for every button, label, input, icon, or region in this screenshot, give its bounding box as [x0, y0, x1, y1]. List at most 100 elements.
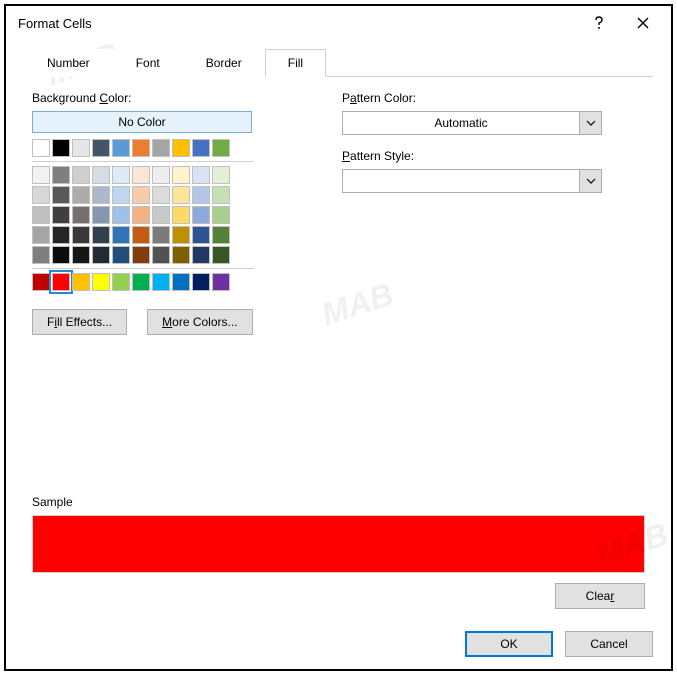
color-swatch[interactable]: [192, 186, 210, 204]
color-swatch[interactable]: [152, 166, 170, 184]
sample-section: Sample Clear: [32, 495, 645, 619]
pattern-color-label: Pattern Color:: [342, 91, 645, 105]
color-swatch[interactable]: [32, 273, 50, 291]
pattern-style-chevron[interactable]: [579, 170, 601, 192]
color-swatch[interactable]: [92, 226, 110, 244]
fill-tab-body: Background Color: No Color Fill Effects.…: [24, 77, 653, 619]
format-cells-dialog: MAB MAB MAB Format Cells Number Font Bor…: [4, 4, 673, 671]
color-swatch[interactable]: [72, 226, 90, 244]
color-swatch[interactable]: [172, 139, 190, 157]
color-swatch[interactable]: [152, 273, 170, 291]
color-swatch[interactable]: [212, 226, 230, 244]
color-swatch[interactable]: [92, 246, 110, 264]
color-swatch[interactable]: [172, 246, 190, 264]
color-swatch[interactable]: [52, 226, 70, 244]
dialog-footer: OK Cancel: [6, 619, 671, 669]
pattern-style-label: Pattern Style:: [342, 149, 645, 163]
color-swatch[interactable]: [152, 139, 170, 157]
color-swatch[interactable]: [132, 206, 150, 224]
no-color-button[interactable]: No Color: [32, 111, 252, 133]
color-swatch[interactable]: [112, 246, 130, 264]
color-swatch[interactable]: [192, 273, 210, 291]
color-swatch[interactable]: [72, 273, 90, 291]
sample-box: [32, 515, 645, 573]
color-swatch[interactable]: [132, 246, 150, 264]
color-swatch[interactable]: [112, 166, 130, 184]
pattern-color-value: Automatic: [343, 112, 579, 134]
color-swatch[interactable]: [72, 206, 90, 224]
color-swatch[interactable]: [152, 226, 170, 244]
color-swatch[interactable]: [112, 139, 130, 157]
color-swatch[interactable]: [112, 226, 130, 244]
color-swatch[interactable]: [32, 186, 50, 204]
tab-fill[interactable]: Fill: [265, 49, 326, 77]
fill-effects-button[interactable]: Fill Effects...: [32, 309, 127, 335]
tab-border[interactable]: Border: [183, 49, 265, 77]
color-swatch[interactable]: [52, 186, 70, 204]
color-swatch[interactable]: [212, 186, 230, 204]
color-swatch[interactable]: [92, 166, 110, 184]
color-swatch[interactable]: [72, 246, 90, 264]
color-swatch[interactable]: [132, 139, 150, 157]
color-swatch[interactable]: [92, 206, 110, 224]
color-swatch[interactable]: [92, 139, 110, 157]
color-swatch[interactable]: [52, 273, 70, 291]
color-swatch[interactable]: [152, 206, 170, 224]
color-swatch[interactable]: [172, 186, 190, 204]
color-swatch[interactable]: [212, 273, 230, 291]
fill-top-row: Background Color: No Color Fill Effects.…: [32, 91, 645, 335]
clear-button[interactable]: Clear: [555, 583, 645, 609]
color-swatch[interactable]: [92, 273, 110, 291]
cancel-button[interactable]: Cancel: [565, 631, 653, 657]
color-swatch[interactable]: [72, 166, 90, 184]
more-colors-button[interactable]: More Colors...: [147, 309, 252, 335]
color-swatch[interactable]: [152, 246, 170, 264]
pattern-style-dropdown[interactable]: [342, 169, 602, 193]
sample-label: Sample: [32, 495, 645, 509]
color-swatch[interactable]: [32, 226, 50, 244]
color-swatch[interactable]: [152, 186, 170, 204]
color-swatch[interactable]: [52, 166, 70, 184]
background-color-label: Background Color:: [32, 91, 282, 105]
close-button[interactable]: [621, 8, 665, 38]
color-swatch[interactable]: [212, 206, 230, 224]
tab-font[interactable]: Font: [113, 49, 183, 77]
color-swatch[interactable]: [192, 206, 210, 224]
ok-button[interactable]: OK: [465, 631, 553, 657]
pattern-color-dropdown[interactable]: Automatic: [342, 111, 602, 135]
color-swatch[interactable]: [172, 226, 190, 244]
color-swatch[interactable]: [112, 273, 130, 291]
color-swatch[interactable]: [132, 273, 150, 291]
color-swatch[interactable]: [192, 226, 210, 244]
color-swatch[interactable]: [72, 139, 90, 157]
color-swatch[interactable]: [52, 139, 70, 157]
color-swatch[interactable]: [32, 166, 50, 184]
color-swatch[interactable]: [172, 206, 190, 224]
color-swatch[interactable]: [172, 273, 190, 291]
help-button[interactable]: [577, 8, 621, 38]
pattern-style-value: [343, 170, 579, 192]
color-swatch[interactable]: [192, 166, 210, 184]
titlebar: Format Cells: [6, 6, 671, 40]
color-swatch[interactable]: [192, 246, 210, 264]
pattern-color-chevron[interactable]: [579, 112, 601, 134]
color-swatch[interactable]: [172, 166, 190, 184]
color-swatch[interactable]: [92, 186, 110, 204]
color-swatch[interactable]: [132, 166, 150, 184]
color-swatch[interactable]: [32, 206, 50, 224]
color-swatch[interactable]: [132, 226, 150, 244]
background-color-section: Background Color: No Color Fill Effects.…: [32, 91, 282, 335]
color-swatch[interactable]: [32, 139, 50, 157]
color-swatch[interactable]: [112, 206, 130, 224]
color-swatch[interactable]: [212, 139, 230, 157]
color-swatch[interactable]: [112, 186, 130, 204]
color-swatch[interactable]: [52, 206, 70, 224]
color-swatch[interactable]: [212, 246, 230, 264]
color-swatch[interactable]: [132, 186, 150, 204]
color-swatch[interactable]: [32, 246, 50, 264]
color-swatch[interactable]: [192, 139, 210, 157]
color-swatch[interactable]: [212, 166, 230, 184]
tab-number[interactable]: Number: [24, 49, 113, 77]
color-swatch[interactable]: [52, 246, 70, 264]
color-swatch[interactable]: [72, 186, 90, 204]
